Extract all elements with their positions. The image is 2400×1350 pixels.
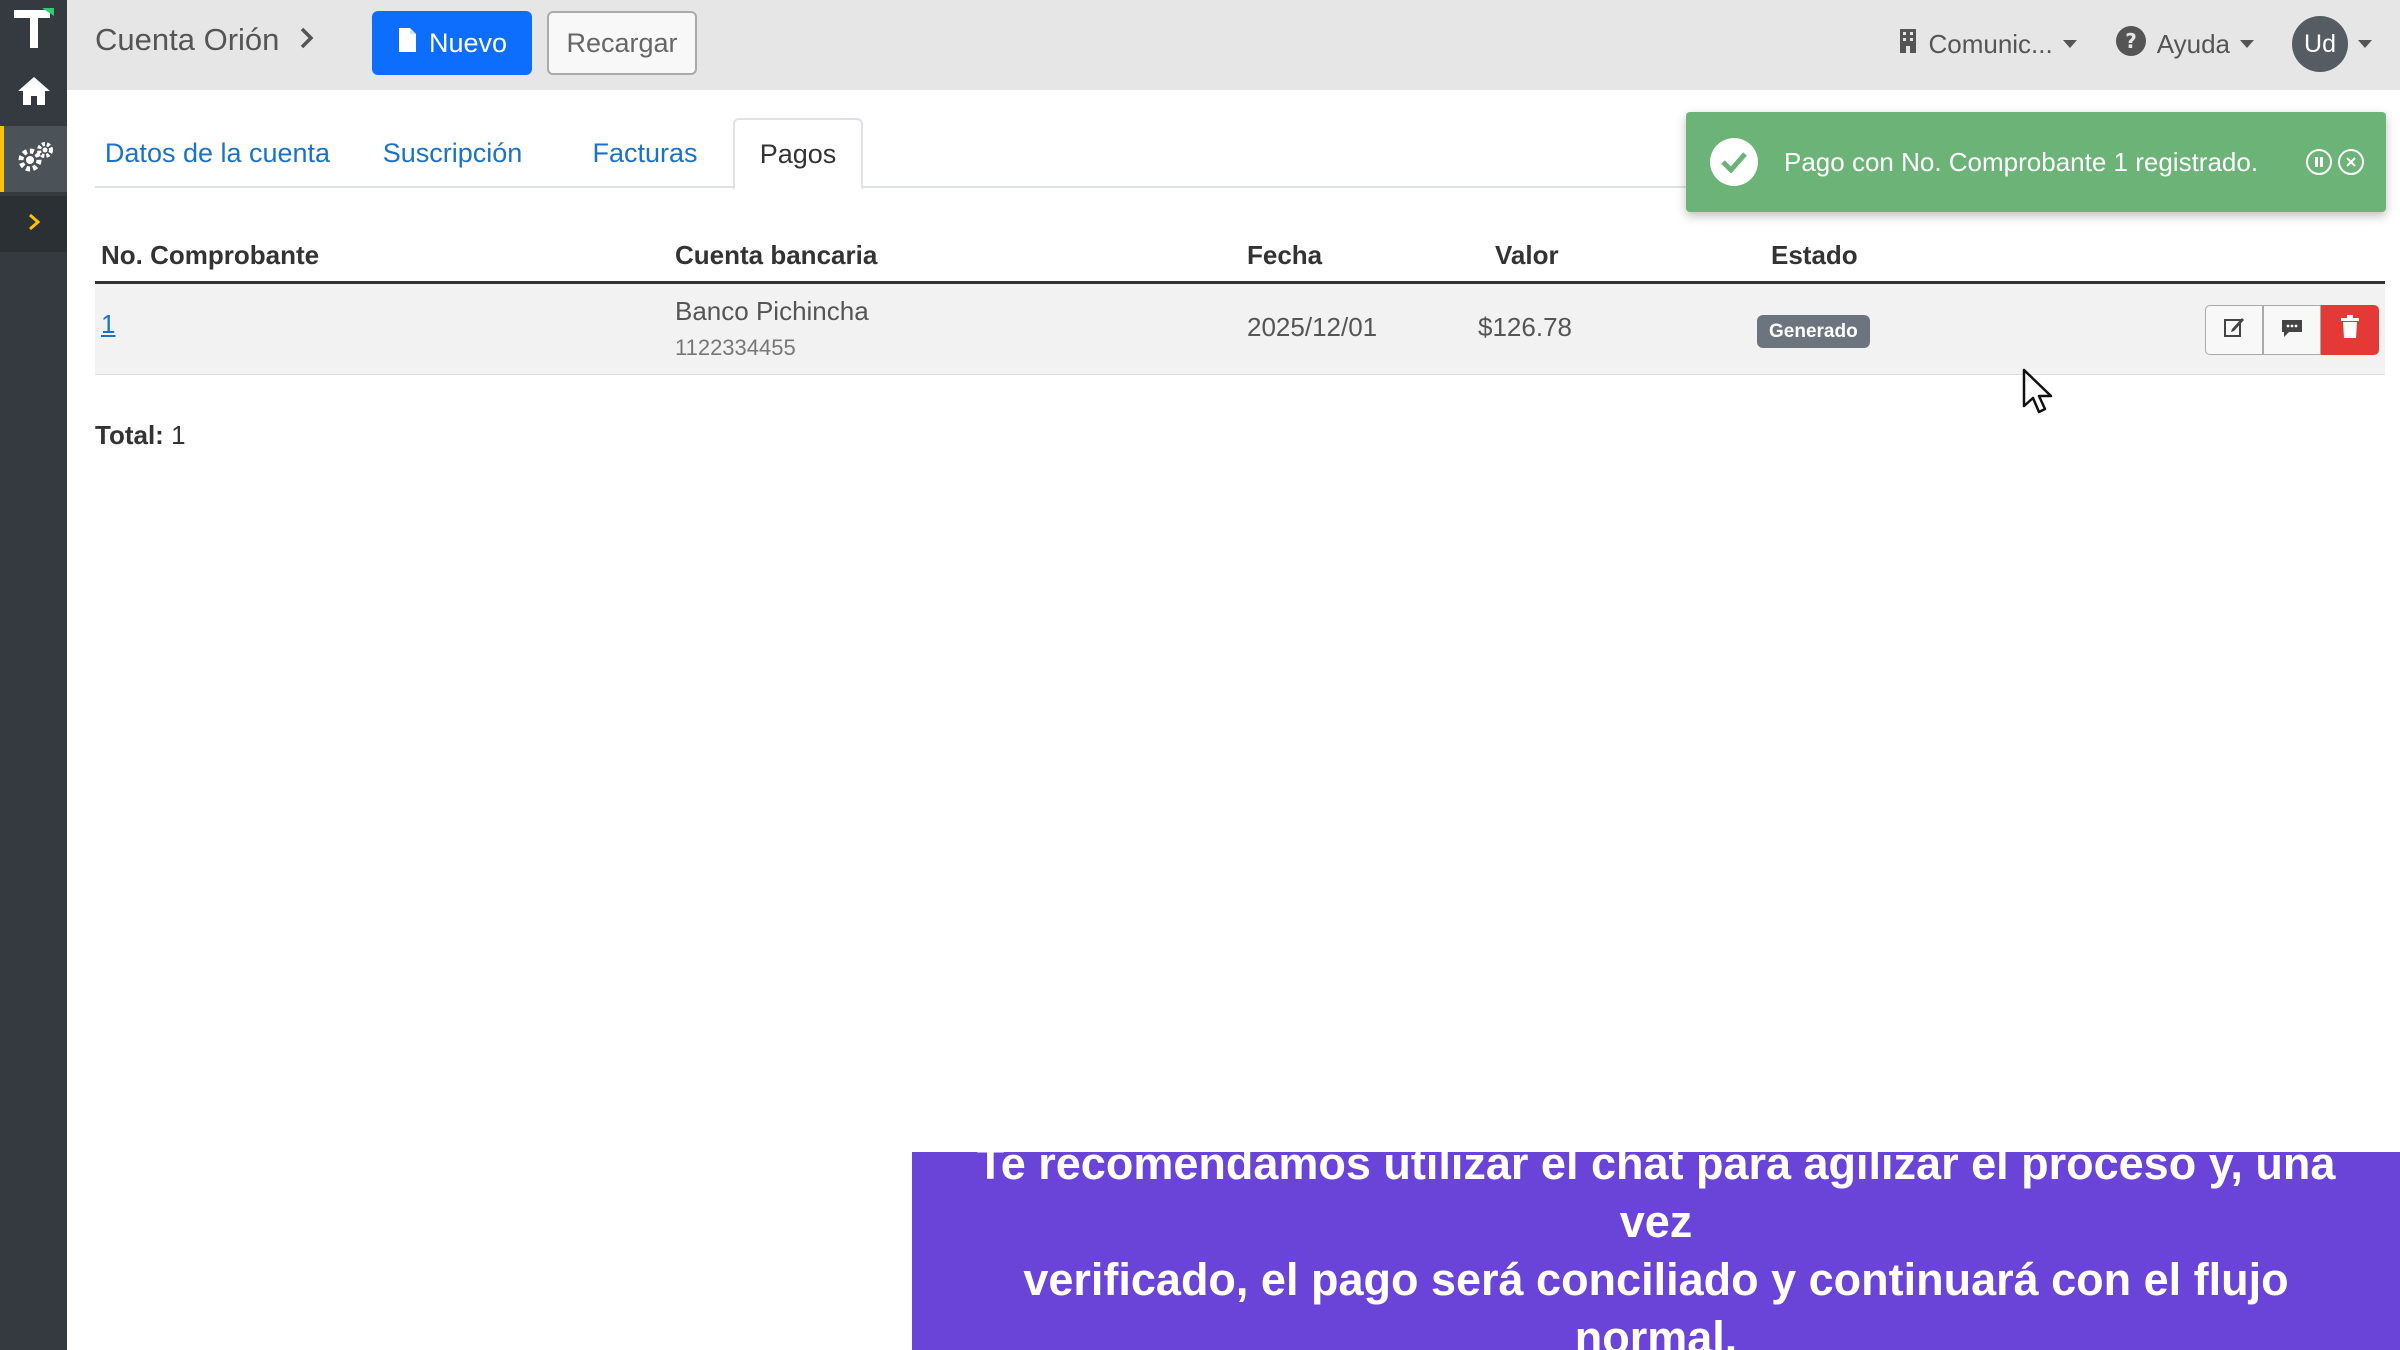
- column-header-bank-account[interactable]: Cuenta bancaria: [675, 240, 877, 271]
- tab-payments[interactable]: Pagos: [733, 118, 863, 190]
- edit-icon: [2222, 315, 2246, 346]
- bank-account-cell: Banco Pichincha 1122334455: [675, 296, 869, 361]
- pause-icon[interactable]: [2306, 149, 2332, 175]
- column-header-receipt[interactable]: No. Comprobante: [101, 240, 319, 271]
- tab-subscription[interactable]: Suscripción: [365, 118, 540, 188]
- help-icon: ?: [2115, 25, 2147, 64]
- breadcrumb: Cuenta Orión: [95, 22, 315, 58]
- new-button-label: Nuevo: [428, 27, 508, 58]
- success-toast: Pago con No. Comprobante 1 registrado.: [1686, 112, 2386, 212]
- caption-banner: Te recomendamos utilizar el chat para ag…: [912, 1138, 2400, 1350]
- chevron-right-icon: [27, 213, 41, 236]
- caption-line-2: verificado, el pago será conciliado y co…: [1023, 1254, 2289, 1350]
- breadcrumb-item[interactable]: Cuenta Orión: [95, 22, 279, 58]
- toast-controls: [2306, 149, 2364, 175]
- company-dropdown[interactable]: Comunic...: [1898, 28, 2077, 61]
- chevron-down-icon: [2062, 40, 2077, 48]
- toast-message: Pago con No. Comprobante 1 registrado.: [1784, 146, 2259, 177]
- tab-invoices[interactable]: Facturas: [565, 118, 725, 188]
- top-right-menu: Comunic... ? Ayuda Ud: [1898, 16, 2372, 72]
- help-dropdown[interactable]: ? Ayuda: [2115, 25, 2254, 64]
- column-header-amount[interactable]: Valor: [1495, 240, 1559, 271]
- company-label: Comunic...: [1928, 28, 2053, 59]
- settings-icon: [16, 140, 56, 179]
- trash-icon: [2340, 314, 2360, 346]
- total-value: 1: [171, 420, 186, 450]
- column-header-status[interactable]: Estado: [1771, 240, 1858, 271]
- date-cell: 2025/12/01: [1247, 312, 1378, 342]
- building-icon: [1898, 28, 1918, 61]
- help-label: Ayuda: [2156, 28, 2230, 59]
- sidebar-item-settings[interactable]: [0, 126, 67, 192]
- bank-name: Banco Pichincha: [675, 296, 869, 326]
- sidebar-item-home[interactable]: [0, 60, 67, 126]
- chevron-down-icon: [2358, 40, 2372, 48]
- svg-text:?: ?: [2125, 29, 2137, 53]
- total-label: Total:: [95, 420, 164, 450]
- file-icon: [397, 27, 417, 60]
- app-root: Cuenta Orión Nuevo Recargar Comunic... ?…: [0, 0, 2400, 1350]
- chevron-right-icon: [299, 22, 315, 58]
- caption-line-1: Te recomendamos utilizar el chat para ag…: [976, 1138, 2336, 1247]
- delete-button[interactable]: [2321, 305, 2379, 355]
- account-number: 1122334455: [675, 335, 796, 360]
- total-summary: Total: 1: [95, 420, 186, 451]
- payments-table: No. Comprobante Cuenta bancaria Fecha Va…: [95, 228, 2385, 375]
- sidebar: [0, 0, 67, 1350]
- row-actions: [2205, 305, 2379, 355]
- sidebar-expand-button[interactable]: [0, 196, 67, 252]
- logo-icon[interactable]: [10, 4, 58, 52]
- home-icon: [16, 75, 52, 112]
- status-badge: Generado: [1757, 315, 1870, 348]
- close-icon[interactable]: [2338, 149, 2364, 175]
- tab-account-data[interactable]: Datos de la cuenta: [95, 118, 340, 188]
- avatar: Ud: [2292, 16, 2348, 72]
- table-header: No. Comprobante Cuenta bancaria Fecha Va…: [95, 228, 2385, 284]
- receipt-link[interactable]: 1: [101, 309, 115, 340]
- column-header-date[interactable]: Fecha: [1247, 240, 1322, 271]
- top-bar: Cuenta Orión Nuevo Recargar Comunic... ?…: [67, 0, 2400, 90]
- reload-button[interactable]: Recargar: [547, 11, 697, 75]
- table-row: 1 Banco Pichincha 1122334455 2025/12/01 …: [95, 284, 2385, 375]
- chevron-down-icon: [2240, 40, 2254, 48]
- check-icon: [1710, 138, 1758, 186]
- comment-button[interactable]: [2263, 305, 2321, 355]
- cursor-icon: [2022, 368, 2056, 421]
- comment-icon: [2280, 315, 2304, 346]
- user-dropdown[interactable]: Ud: [2292, 16, 2372, 72]
- new-button[interactable]: Nuevo: [372, 11, 532, 75]
- edit-button[interactable]: [2205, 305, 2263, 355]
- reload-button-label: Recargar: [566, 27, 678, 58]
- amount-cell: $126.78: [1478, 312, 1572, 342]
